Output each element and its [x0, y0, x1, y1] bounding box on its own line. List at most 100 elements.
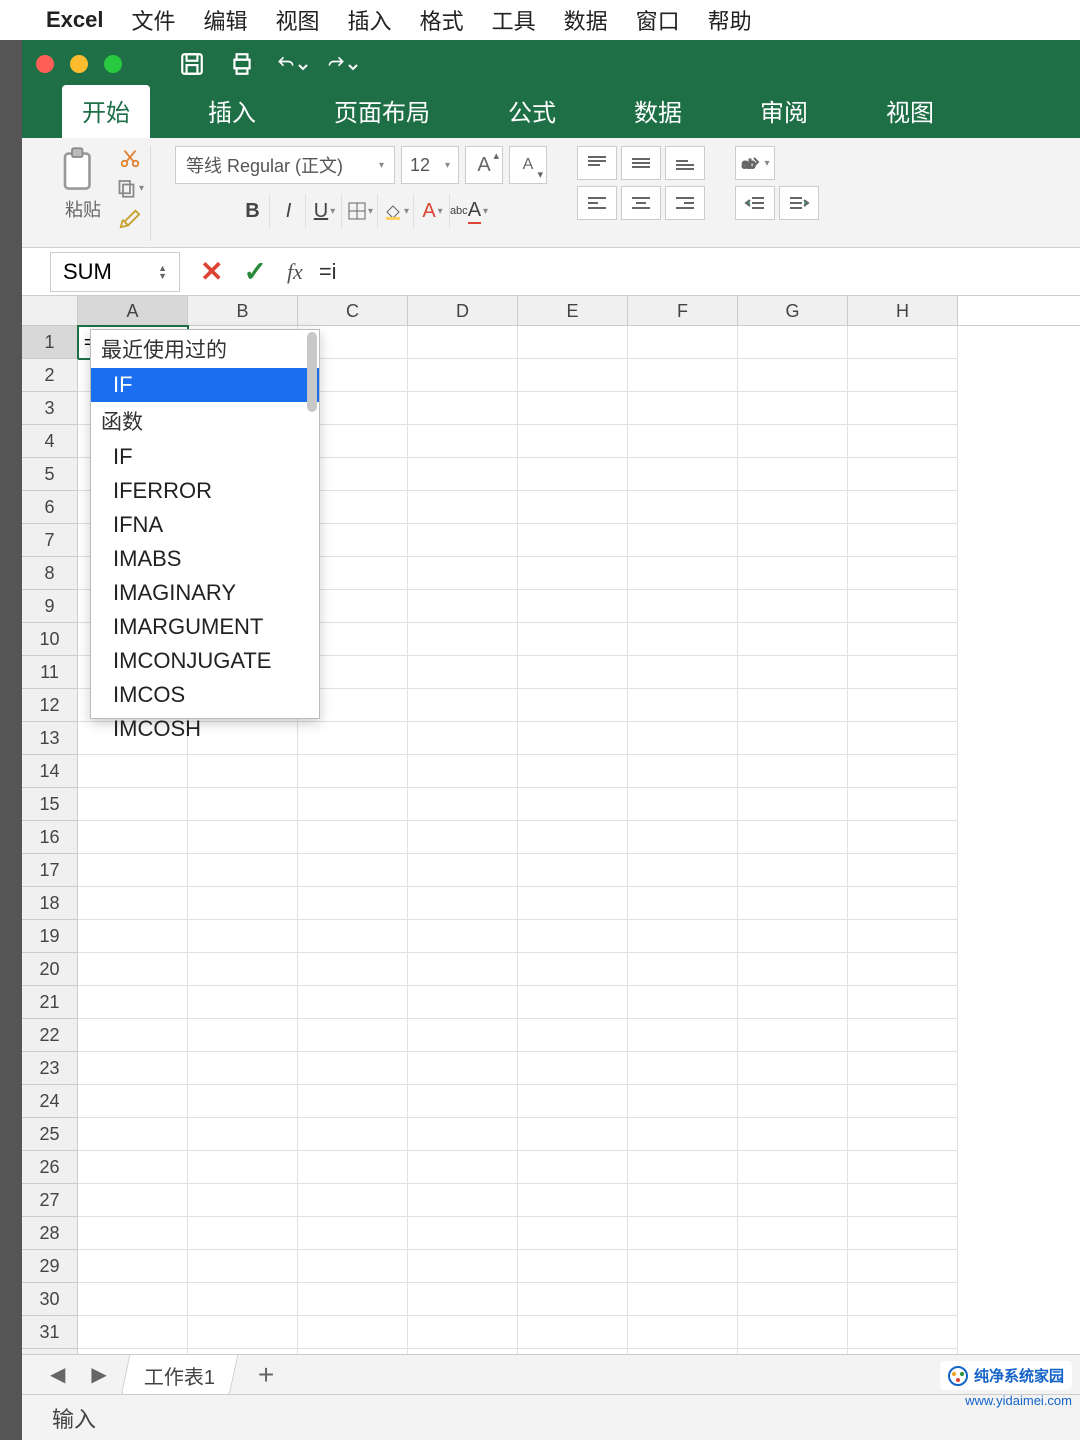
row-header[interactable]: 15 [22, 788, 78, 821]
cell[interactable] [738, 326, 848, 359]
row-header[interactable]: 3 [22, 392, 78, 425]
row-header[interactable]: 4 [22, 425, 78, 458]
font-family-select[interactable]: 等线 Regular (正文)▾ [175, 146, 395, 184]
cell[interactable] [848, 854, 958, 887]
mac-menu-insert[interactable]: 插入 [348, 4, 392, 36]
cell[interactable] [518, 1019, 628, 1052]
cell[interactable] [408, 557, 518, 590]
row-header[interactable]: 19 [22, 920, 78, 953]
cell[interactable] [738, 722, 848, 755]
mac-menu-window[interactable]: 窗口 [636, 4, 680, 36]
tab-data[interactable]: 数据 [614, 85, 702, 138]
autocomplete-item[interactable]: IMCONJUGATE [91, 644, 319, 678]
cell[interactable] [738, 1316, 848, 1349]
cell[interactable] [78, 854, 188, 887]
cell[interactable] [78, 1085, 188, 1118]
cell[interactable] [518, 953, 628, 986]
cell[interactable] [738, 953, 848, 986]
cell[interactable] [78, 1316, 188, 1349]
cell[interactable] [188, 821, 298, 854]
cell[interactable] [628, 425, 738, 458]
cell[interactable] [518, 491, 628, 524]
cancel-formula-button[interactable]: ✕ [200, 255, 223, 288]
cell[interactable] [518, 1184, 628, 1217]
cell[interactable] [518, 1052, 628, 1085]
cell[interactable] [848, 623, 958, 656]
tab-page-layout[interactable]: 页面布局 [314, 85, 450, 138]
cell[interactable] [738, 755, 848, 788]
align-left-button[interactable] [577, 186, 617, 220]
formula-input[interactable]: =i [303, 259, 1080, 285]
cell[interactable] [298, 1316, 408, 1349]
cell[interactable] [628, 854, 738, 887]
cell[interactable] [188, 1085, 298, 1118]
formula-autocomplete[interactable]: 最近使用过的 IF 函数 IFIFERRORIFNAIMABSIMAGINARY… [90, 329, 320, 719]
bold-button[interactable]: B [236, 194, 270, 228]
cell[interactable] [298, 1085, 408, 1118]
cell[interactable] [738, 557, 848, 590]
row-header[interactable]: 29 [22, 1250, 78, 1283]
mac-menu-format[interactable]: 格式 [420, 4, 464, 36]
cell[interactable] [298, 1052, 408, 1085]
cell[interactable] [848, 491, 958, 524]
cell[interactable] [78, 755, 188, 788]
cell[interactable] [738, 1217, 848, 1250]
redo-icon[interactable] [326, 48, 358, 80]
cell[interactable] [738, 590, 848, 623]
cell[interactable] [188, 1184, 298, 1217]
cell[interactable] [298, 1184, 408, 1217]
autocomplete-item-selected[interactable]: IF [91, 368, 319, 402]
cell[interactable] [408, 1085, 518, 1118]
cell[interactable] [78, 1019, 188, 1052]
row-header[interactable]: 6 [22, 491, 78, 524]
cell[interactable] [628, 1019, 738, 1052]
align-middle-button[interactable] [621, 146, 661, 180]
autocomplete-scrollbar[interactable] [307, 332, 317, 412]
cell[interactable] [848, 557, 958, 590]
cell[interactable] [188, 1217, 298, 1250]
cell[interactable] [518, 392, 628, 425]
cell[interactable] [518, 755, 628, 788]
cell[interactable] [298, 788, 408, 821]
phonetic-button[interactable]: abcA▾ [452, 194, 486, 228]
cell[interactable] [188, 1019, 298, 1052]
mac-menu-view[interactable]: 视图 [276, 4, 320, 36]
cell[interactable] [518, 524, 628, 557]
cell[interactable] [738, 1085, 848, 1118]
increase-font-button[interactable]: A▴ [465, 146, 503, 184]
row-header[interactable]: 5 [22, 458, 78, 491]
cell[interactable] [408, 1052, 518, 1085]
cell[interactable] [848, 1052, 958, 1085]
mac-menu-tools[interactable]: 工具 [492, 4, 536, 36]
cell[interactable] [518, 821, 628, 854]
cell[interactable] [298, 1217, 408, 1250]
cell[interactable] [848, 920, 958, 953]
cell[interactable] [848, 326, 958, 359]
cell[interactable] [518, 557, 628, 590]
window-close-button[interactable] [36, 55, 54, 73]
cell[interactable] [408, 590, 518, 623]
cell[interactable] [628, 557, 738, 590]
cell[interactable] [738, 359, 848, 392]
cell[interactable] [188, 755, 298, 788]
increase-indent-button[interactable] [779, 186, 819, 220]
row-header[interactable]: 2 [22, 359, 78, 392]
cell[interactable] [188, 887, 298, 920]
orientation-button[interactable]: ab▾ [735, 146, 775, 180]
cell[interactable] [408, 920, 518, 953]
undo-icon[interactable] [276, 48, 308, 80]
cell[interactable] [408, 755, 518, 788]
cell[interactable] [628, 986, 738, 1019]
tab-view[interactable]: 视图 [866, 85, 954, 138]
fx-icon[interactable]: fx [287, 259, 303, 285]
cell[interactable] [518, 458, 628, 491]
tab-formulas[interactable]: 公式 [488, 85, 576, 138]
cell[interactable] [628, 722, 738, 755]
cell[interactable] [518, 425, 628, 458]
confirm-formula-button[interactable]: ✓ [243, 255, 266, 288]
row-header[interactable]: 25 [22, 1118, 78, 1151]
row-header[interactable]: 17 [22, 854, 78, 887]
cell[interactable] [628, 326, 738, 359]
row-header[interactable]: 23 [22, 1052, 78, 1085]
cell[interactable] [848, 689, 958, 722]
